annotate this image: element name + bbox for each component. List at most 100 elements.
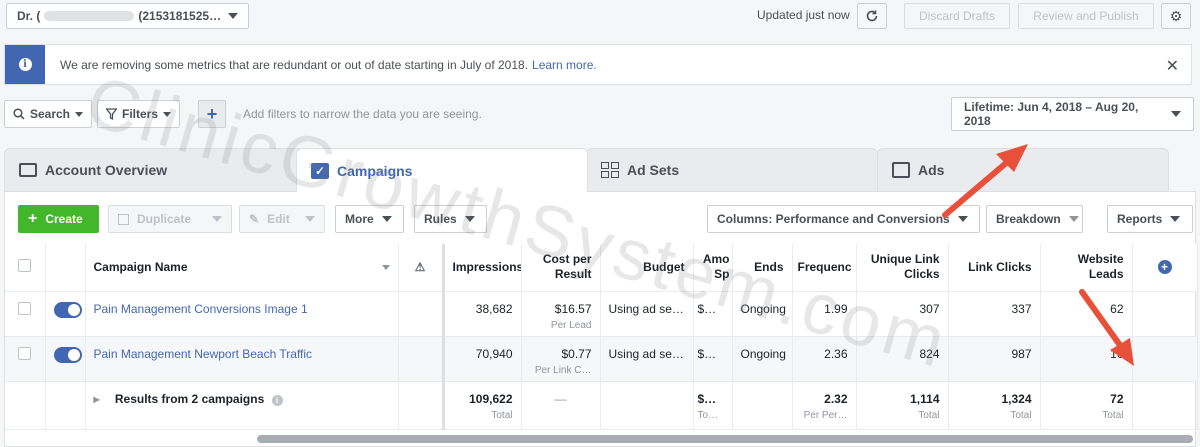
refresh-button[interactable]	[857, 3, 887, 29]
overview-icon	[19, 163, 37, 177]
chevron-down-icon	[381, 216, 392, 222]
row-checkbox[interactable]	[18, 301, 32, 315]
close-icon[interactable]: ✕	[1166, 56, 1179, 76]
tab-ad-sets[interactable]: Ad Sets	[586, 148, 878, 192]
pencil-icon: ✎	[249, 212, 260, 226]
header-ends[interactable]: Ends	[732, 244, 793, 292]
settings-button[interactable]: ⚙	[1161, 3, 1191, 29]
total-frequency-cell: 2.32 Per Per…	[792, 381, 857, 430]
header-impressions[interactable]: Impressions	[443, 244, 522, 292]
tab-account-overview[interactable]: Account Overview	[4, 148, 304, 192]
header-frequency[interactable]: Frequenc	[792, 244, 857, 292]
duplicate-label: Duplicate	[137, 212, 192, 226]
chevron-down-icon	[464, 216, 475, 222]
campaign-toggle[interactable]	[53, 346, 82, 363]
campaign-link[interactable]: Pain Management Conversions Image 1	[94, 302, 308, 316]
website-leads-cell: 62	[1040, 291, 1133, 337]
frequency-cell: 1.99	[792, 291, 857, 337]
cost-per-result-cell: $0.77 Per Link C…	[521, 336, 601, 382]
tab-label: Campaigns	[337, 162, 413, 179]
account-selector[interactable]: Dr. ( (2153181525…	[6, 3, 249, 29]
campaign-check-icon: ✓	[311, 162, 329, 179]
select-all-cell	[5, 244, 46, 292]
header-unique-link-clicks[interactable]: Unique Link Clicks	[856, 244, 949, 292]
website-leads-cell: 10	[1040, 336, 1133, 382]
discard-drafts-button[interactable]: Discard Drafts	[904, 3, 1010, 29]
row-checkbox[interactable]	[18, 346, 32, 360]
date-range-picker[interactable]: Lifetime: Jun 4, 2018 – Aug 20, 2018	[951, 97, 1194, 131]
impressions-cell: 70,940	[443, 336, 522, 382]
tab-label: Ads	[918, 162, 945, 178]
header-amount-spent[interactable]: Amo Sp	[693, 244, 733, 292]
search-button[interactable]: Search	[4, 100, 92, 128]
warning-cell	[398, 291, 445, 337]
header-warning: ⚠	[398, 244, 445, 292]
filters-button[interactable]: Filters	[97, 100, 180, 128]
add-filter-button[interactable]: +	[198, 100, 226, 128]
total-value: 1,114	[910, 391, 940, 406]
total-value: 2.32	[824, 391, 848, 406]
budget-cell: Using ad se…	[600, 336, 694, 382]
add-column-icon[interactable]: +	[1157, 260, 1172, 275]
row-checkbox-cell	[5, 336, 46, 382]
total-link-clicks-cell: 1,324 Total	[948, 381, 1041, 430]
header-budget[interactable]: Budget	[600, 244, 694, 292]
search-icon	[13, 108, 25, 120]
rules-button[interactable]: Rules	[414, 205, 487, 233]
more-button[interactable]: More	[335, 205, 404, 233]
chevron-down-icon	[212, 216, 222, 222]
filter-bar: Search Filters + Add filters to narrow t…	[0, 94, 1200, 134]
header-cost-per-result[interactable]: Cost per Result	[521, 244, 601, 292]
total-leads-cell: 72 Total	[1040, 381, 1133, 430]
more-label: More	[345, 212, 374, 226]
total-value: 109,622	[469, 391, 513, 406]
total-sub: To…	[697, 409, 719, 421]
total-cost-cell: —	[521, 381, 601, 430]
campaign-toggle[interactable]	[53, 301, 82, 318]
table-row[interactable]: Pain Management Conversions Image 1 38,6…	[5, 291, 1198, 337]
top-bar: Dr. ( (2153181525… Updated just now Disc…	[0, 0, 1200, 34]
tab-campaigns[interactable]: ✓ Campaigns	[296, 148, 588, 192]
review-publish-button[interactable]: Review and Publish	[1018, 3, 1154, 29]
edit-button[interactable]: ✎ Edit	[239, 205, 325, 233]
total-value: 72	[1110, 391, 1124, 406]
empty-cell	[1132, 381, 1198, 430]
breakdown-button[interactable]: Breakdown	[986, 205, 1083, 233]
create-button[interactable]: + Create	[18, 205, 99, 233]
impressions-cell: 38,682	[443, 291, 522, 337]
campaign-link[interactable]: Pain Management Newport Beach Traffic	[94, 347, 313, 361]
total-unique-cell: 1,114 Total	[856, 381, 949, 430]
breakdown-label: Breakdown	[996, 212, 1061, 226]
learn-more-link[interactable]: Learn more.	[532, 58, 597, 72]
edit-label: Edit	[267, 212, 290, 226]
columns-button[interactable]: Columns: Performance and Conversions	[707, 205, 980, 233]
info-block: i	[5, 45, 45, 84]
duplicate-button[interactable]: Duplicate	[108, 205, 232, 233]
select-all-checkbox[interactable]	[18, 258, 32, 272]
empty-cell	[1132, 336, 1198, 382]
reports-button[interactable]: Reports	[1107, 205, 1193, 233]
ad-icon	[892, 162, 910, 178]
header-website-leads[interactable]: Website Leads	[1040, 244, 1133, 292]
totals-label: Results from 2 campaigns	[114, 391, 265, 406]
tab-ads[interactable]: Ads	[877, 148, 1169, 192]
redacted-account-name	[44, 11, 135, 21]
notice-message: We are removing some metrics that are re…	[60, 57, 529, 72]
expand-icon[interactable]: ▸	[94, 392, 100, 406]
campaigns-panel: + Create Duplicate ✎ Edit More Rules Col…	[4, 191, 1198, 447]
table-toolbar: + Create Duplicate ✎ Edit More Rules Col…	[5, 192, 1197, 244]
cost-sub: Per Lead	[550, 319, 592, 331]
total-value: 1,324	[1001, 391, 1032, 406]
total-value: $…	[697, 391, 717, 406]
horizontal-scrollbar[interactable]	[257, 435, 1193, 443]
amount-spent-cell: $…	[693, 336, 733, 382]
level-tabs: Account Overview ✓ Campaigns Ad Sets Ads	[4, 148, 1196, 192]
header-campaign-name[interactable]: Campaign Name	[85, 244, 399, 292]
total-amount-cell: $… To…	[693, 381, 733, 430]
row-checkbox-cell	[5, 291, 46, 337]
header-link-clicks[interactable]: Link Clicks	[948, 244, 1041, 292]
info-icon[interactable]: i	[271, 394, 283, 406]
ends-cell: Ongoing	[732, 291, 793, 337]
table-row[interactable]: Pain Management Newport Beach Traffic 70…	[5, 336, 1198, 382]
cost-value: $0.77	[561, 346, 592, 361]
